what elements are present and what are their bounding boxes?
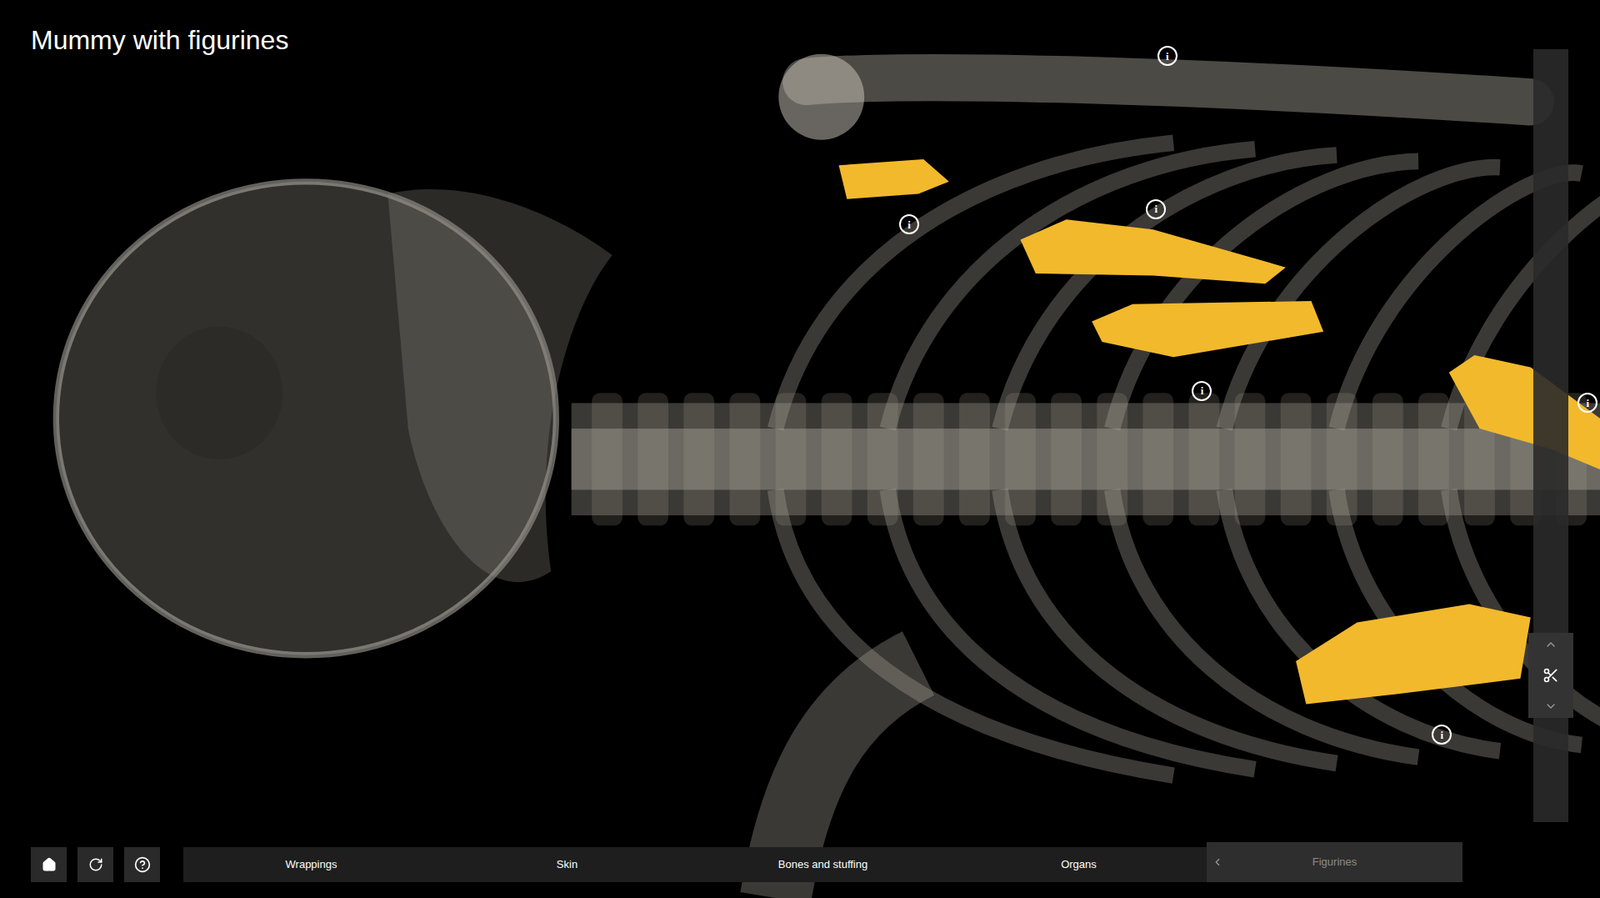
layer-tab[interactable]: Figurines (1206, 841, 1463, 882)
home-button[interactable] (30, 846, 67, 882)
help-button[interactable] (124, 846, 160, 882)
layer-tabs: WrappingsSkinBones and stuffingOrgansFig… (183, 841, 1463, 882)
clip-slider[interactable] (1533, 49, 1569, 822)
layer-tab[interactable]: Organs (950, 846, 1207, 882)
title: Mummy with figurines (30, 23, 1570, 57)
back-icon (1211, 855, 1224, 868)
reset-button[interactable] (77, 846, 114, 882)
home-icon (41, 856, 57, 872)
layer-tab[interactable]: Wrappings (183, 846, 440, 882)
layer-tab[interactable]: Bones and stuffing (695, 846, 951, 882)
reset-icon (88, 856, 104, 872)
info-marker[interactable]: i (1191, 380, 1212, 401)
scissors-icon[interactable] (1542, 666, 1560, 684)
viewer: iiiiiiMummy with figurinesWrappingsSkinB… (0, 0, 1600, 898)
clip-handle[interactable] (1528, 632, 1574, 718)
title-row: Mummy with figurines (0, 0, 1600, 57)
up-icon[interactable] (1544, 637, 1558, 651)
scan-render[interactable] (0, 0, 1600, 898)
layer-tab[interactable]: Skin (439, 846, 695, 882)
help-icon (134, 855, 151, 873)
info-marker[interactable]: i (1157, 45, 1178, 66)
down-icon[interactable] (1544, 699, 1558, 713)
bottom-bar: WrappingsSkinBones and stuffingOrgansFig… (0, 841, 1600, 898)
